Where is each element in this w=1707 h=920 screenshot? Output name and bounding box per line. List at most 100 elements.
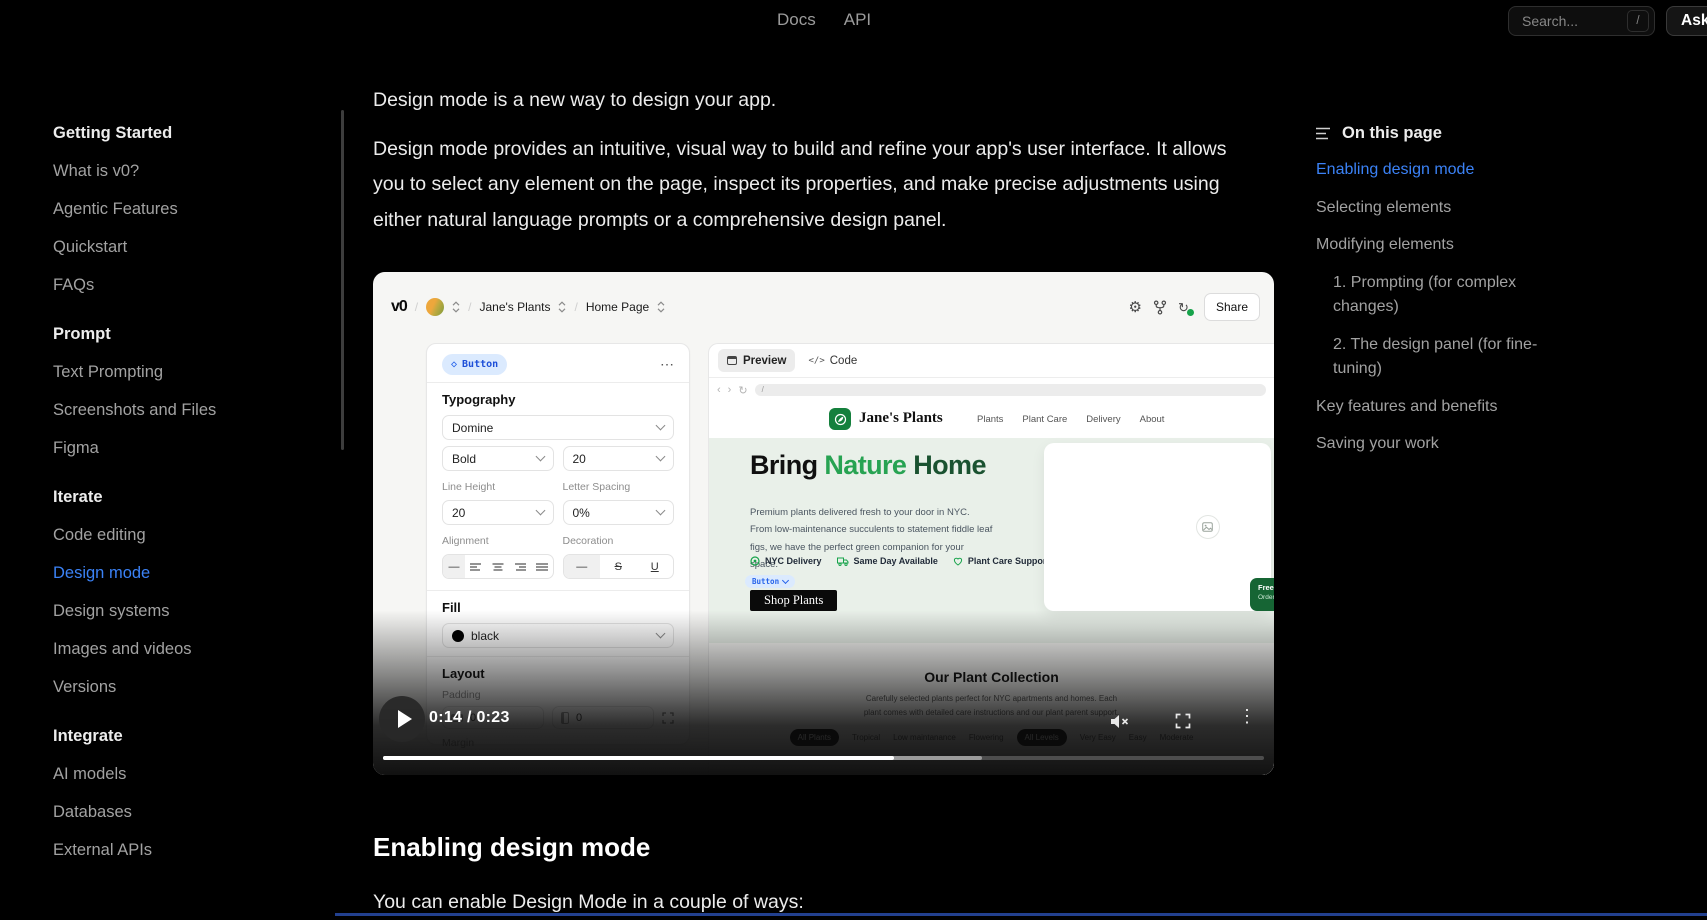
v0-breadcrumb: v0 / / Jane's Plants / Home Page [391, 298, 665, 316]
tab-preview: Preview [718, 349, 795, 372]
nav-link-api[interactable]: API [844, 10, 871, 30]
promo-card: Free De Orders o [1250, 578, 1274, 611]
hero-image-card [1044, 443, 1271, 611]
sidebar-item-code-editing[interactable]: Code editing [53, 516, 335, 554]
on-this-page: On this page Enabling design mode Select… [1316, 114, 1566, 470]
toc-icon [1316, 127, 1332, 140]
sidebar-item-agentic-features[interactable]: Agentic Features [53, 190, 335, 228]
code-icon: </> [808, 356, 824, 366]
sidebar-scrollbar[interactable] [341, 110, 344, 450]
v0-logo: v0 [391, 298, 407, 316]
feature-plant-care: Plant Care Support [953, 556, 1050, 566]
breadcrumb-project: Jane's Plants [479, 300, 550, 314]
chevron-down-icon [656, 452, 666, 462]
alignment-label: Alignment [442, 535, 554, 547]
preview-tabbar: Preview </>Code [709, 344, 1274, 378]
nav-links: Docs API [777, 0, 871, 40]
fork-icon [1153, 300, 1167, 315]
description-paragraph: Design mode provides an intuitive, visua… [373, 132, 1238, 239]
feature-same-day: Same Day Available [837, 556, 938, 566]
align-center-icon [487, 555, 509, 578]
site-menu-delivery: Delivery [1086, 414, 1120, 425]
sidebar-item-faqs[interactable]: FAQs [53, 266, 335, 304]
letter-spacing-label: Letter Spacing [563, 481, 675, 493]
video-bottom-gradient [373, 610, 1274, 775]
font-weight-select: Bold [442, 446, 554, 471]
search-shortcut-badge: / [1627, 10, 1649, 32]
sidebar-section-title: Prompt [53, 315, 335, 353]
sidebar-section-integrate: Integrate AI models Databases External A… [53, 717, 335, 869]
toc-item-enabling-design-mode[interactable]: Enabling design mode [1316, 158, 1566, 183]
sidebar-item-quickstart[interactable]: Quickstart [53, 228, 335, 266]
chevron-down-icon [535, 452, 545, 462]
sidebar-item-design-mode[interactable]: Design mode [53, 554, 335, 592]
sidebar-item-text-prompting[interactable]: Text Prompting [53, 353, 335, 391]
hero-headline: Bring Nature Home [750, 450, 986, 481]
share-button: Share [1204, 293, 1260, 321]
mute-icon[interactable] [1110, 713, 1131, 730]
decoration-segmented-control: — S U [563, 554, 675, 579]
kebab-menu-icon[interactable]: ⋮ [1238, 707, 1256, 725]
feature-nyc-delivery: NYC Delivery [750, 556, 822, 566]
preview-urlbar: ‹ › ↻ / [709, 378, 1274, 402]
align-justify-icon [531, 555, 553, 578]
unfold-icon [452, 301, 460, 313]
font-family-select: Domine [442, 415, 674, 440]
back-icon: ‹ [717, 384, 721, 396]
align-left-icon [465, 555, 487, 578]
pin-icon [750, 556, 760, 566]
video-player[interactable]: v0 / / Jane's Plants / Home Page ⚙ [373, 272, 1274, 775]
unfold-icon [558, 301, 566, 313]
window-icon [727, 356, 737, 365]
intro-paragraph: Design mode is a new way to design your … [373, 82, 776, 118]
underline-button: U [637, 555, 674, 578]
sidebar-item-databases[interactable]: Databases [53, 793, 335, 831]
toc-item-selecting-elements[interactable]: Selecting elements [1316, 196, 1566, 221]
section-heading: Enabling design mode [373, 832, 650, 863]
breadcrumb-separator: / [415, 300, 418, 314]
toc-item-design-panel[interactable]: 2. The design panel (for fine-tuning) [1316, 333, 1566, 382]
v0-header-actions: ⚙ ↻ Share [1129, 293, 1260, 321]
toc-item-key-features[interactable]: Key features and benefits [1316, 395, 1566, 420]
font-size-select: 20 [563, 446, 675, 471]
sidebar-item-design-systems[interactable]: Design systems [53, 592, 335, 630]
ask-button-label: Ask [1681, 12, 1707, 30]
play-button[interactable] [379, 696, 425, 742]
nav-link-docs[interactable]: Docs [777, 10, 816, 30]
site-menu-plants: Plants [977, 414, 1003, 425]
search-input[interactable]: Search... / [1508, 6, 1655, 36]
hero-features: NYC Delivery Same Day Available Plant Ca… [750, 556, 1049, 566]
letter-spacing-select: 0% [563, 500, 675, 525]
sidebar-item-external-apis[interactable]: External APIs [53, 831, 335, 869]
avatar [426, 298, 444, 316]
toc-item-saving-your-work[interactable]: Saving your work [1316, 432, 1566, 457]
sidebar-item-ai-models[interactable]: AI models [53, 755, 335, 793]
sidebar-item-figma[interactable]: Figma [53, 429, 335, 467]
sidebar-section-title: Iterate [53, 478, 335, 516]
video-progress-bar[interactable] [383, 756, 1264, 760]
promo-line1: Free De [1258, 583, 1274, 592]
toc-item-modifying-elements[interactable]: Modifying elements [1316, 233, 1566, 258]
video-time: 0:14 / 0:23 [429, 709, 510, 727]
align-none-button: — [443, 555, 465, 578]
ask-button[interactable]: Ask [1666, 6, 1707, 36]
sidebar-item-images-and-videos[interactable]: Images and videos [53, 630, 335, 668]
breadcrumb-page: Home Page [586, 300, 649, 314]
tab-code: </>Code [808, 355, 857, 367]
selection-chip: ◇Button [442, 354, 507, 375]
diamond-icon: ◇ [451, 359, 457, 370]
typography-title: Typography [442, 392, 674, 407]
line-height-select: 20 [442, 500, 554, 525]
search-placeholder: Search... [1522, 13, 1578, 29]
top-navbar: Docs API Search... / Ask [0, 0, 1707, 44]
hero-selection-chip: Button [745, 575, 795, 588]
sidebar-item-versions[interactable]: Versions [53, 668, 335, 706]
toc-item-prompting[interactable]: 1. Prompting (for complex changes) [1316, 271, 1566, 320]
site-brand: Jane's Plants [859, 410, 943, 427]
fullscreen-icon[interactable] [1175, 713, 1191, 729]
reload-icon: ↻ [738, 384, 747, 397]
chevron-down-icon [782, 577, 789, 584]
sidebar-item-screenshots-and-files[interactable]: Screenshots and Files [53, 391, 335, 429]
chevron-down-icon [656, 506, 666, 516]
sidebar-item-what-is-v0[interactable]: What is v0? [53, 152, 335, 190]
